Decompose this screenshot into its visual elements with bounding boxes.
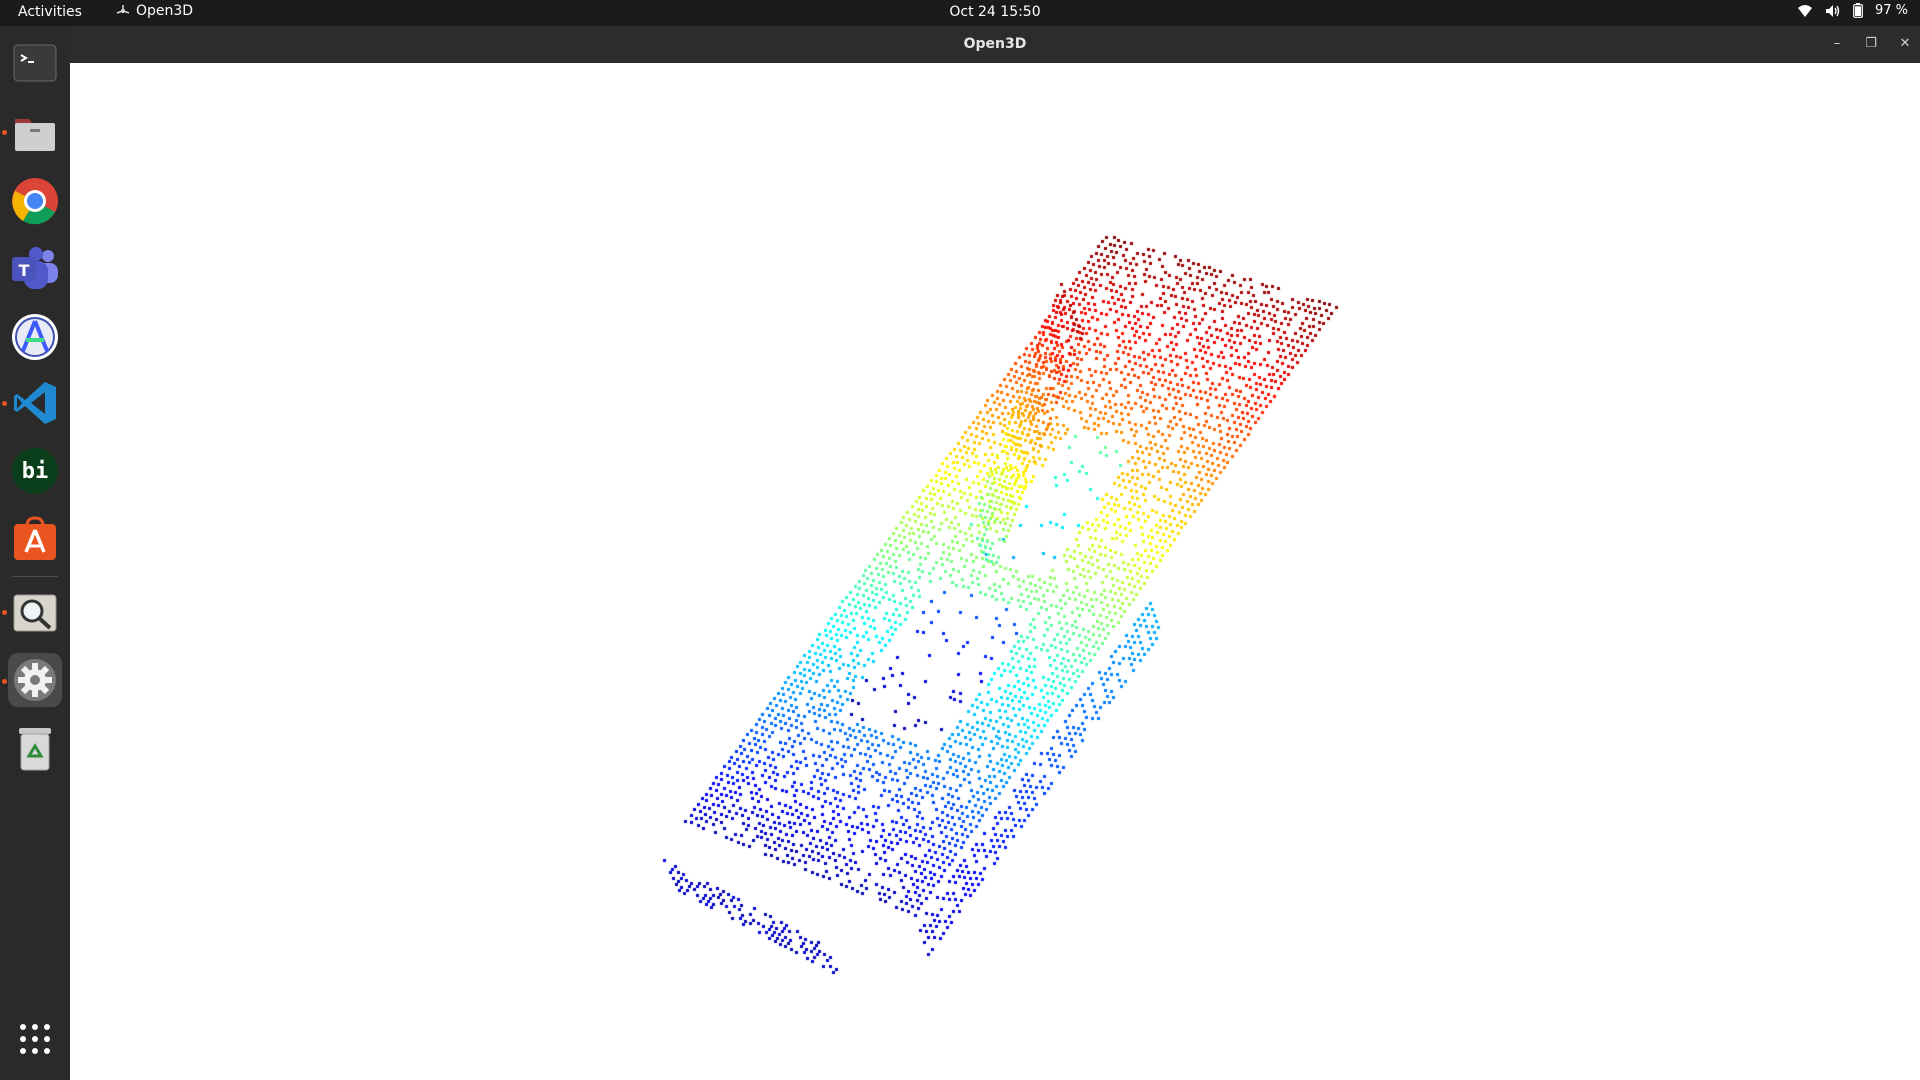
bi-icon-label: bi — [21, 458, 49, 484]
android-studio-icon — [12, 314, 58, 360]
software-center-icon — [14, 516, 56, 560]
dock-item-teams[interactable]: T — [8, 242, 62, 296]
trash-icon — [19, 728, 51, 771]
running-indicator — [2, 130, 7, 135]
dock-item-image-viewer[interactable] — [8, 586, 62, 640]
battery-icon — [1853, 3, 1863, 18]
close-button[interactable]: ✕ — [1895, 34, 1915, 54]
app-grid-icon — [20, 1024, 50, 1054]
maximize-icon: ❐ — [1865, 36, 1877, 51]
dock-item-vscode[interactable] — [8, 376, 62, 430]
dock-item-chrome[interactable] — [8, 174, 62, 228]
svg-text:T: T — [19, 261, 30, 280]
minimize-icon: – — [1833, 36, 1841, 51]
system-tray[interactable]: 97 % — [1797, 3, 1908, 18]
dock-item-trash[interactable] — [8, 722, 62, 776]
dock-item-android-studio[interactable] — [8, 310, 62, 364]
minimize-button[interactable]: – — [1827, 34, 1847, 54]
top-bar: Activities Open3D Oct 24 15:50 97 % — [0, 0, 1920, 26]
vscode-icon — [14, 382, 56, 424]
dock-item-files[interactable] — [8, 106, 62, 160]
chrome-icon — [12, 178, 58, 225]
running-indicator — [2, 610, 7, 615]
dock: T bi — [0, 26, 70, 1080]
dock-item-open3d[interactable] — [8, 653, 62, 707]
clock[interactable]: Oct 24 15:50 — [0, 4, 1920, 20]
close-icon: ✕ — [1899, 36, 1911, 51]
point-cloud-canvas[interactable] — [70, 63, 1920, 1080]
window-titlebar[interactable]: Open3D – ❐ ✕ — [70, 26, 1920, 63]
running-indicator — [2, 679, 7, 684]
teams-icon: T — [12, 247, 58, 289]
show-applications-button[interactable] — [8, 1012, 62, 1066]
gear-icon — [14, 659, 56, 701]
maximize-button[interactable]: ❐ — [1861, 34, 1881, 54]
dock-item-bi[interactable]: bi — [8, 444, 62, 498]
wifi-icon — [1797, 4, 1812, 17]
terminal-icon — [13, 44, 57, 82]
volume-icon — [1825, 4, 1840, 17]
running-indicator — [2, 401, 7, 406]
files-icon — [15, 119, 55, 151]
dock-separator — [12, 576, 58, 577]
magnifier-icon — [13, 594, 57, 632]
dock-item-terminal[interactable] — [8, 36, 62, 90]
dock-item-software-center[interactable] — [8, 512, 62, 566]
battery-percentage: 97 % — [1874, 3, 1908, 18]
bi-icon: bi — [12, 448, 58, 494]
window-title: Open3D — [963, 36, 1027, 52]
open3d-viewport[interactable] — [70, 63, 1920, 1080]
